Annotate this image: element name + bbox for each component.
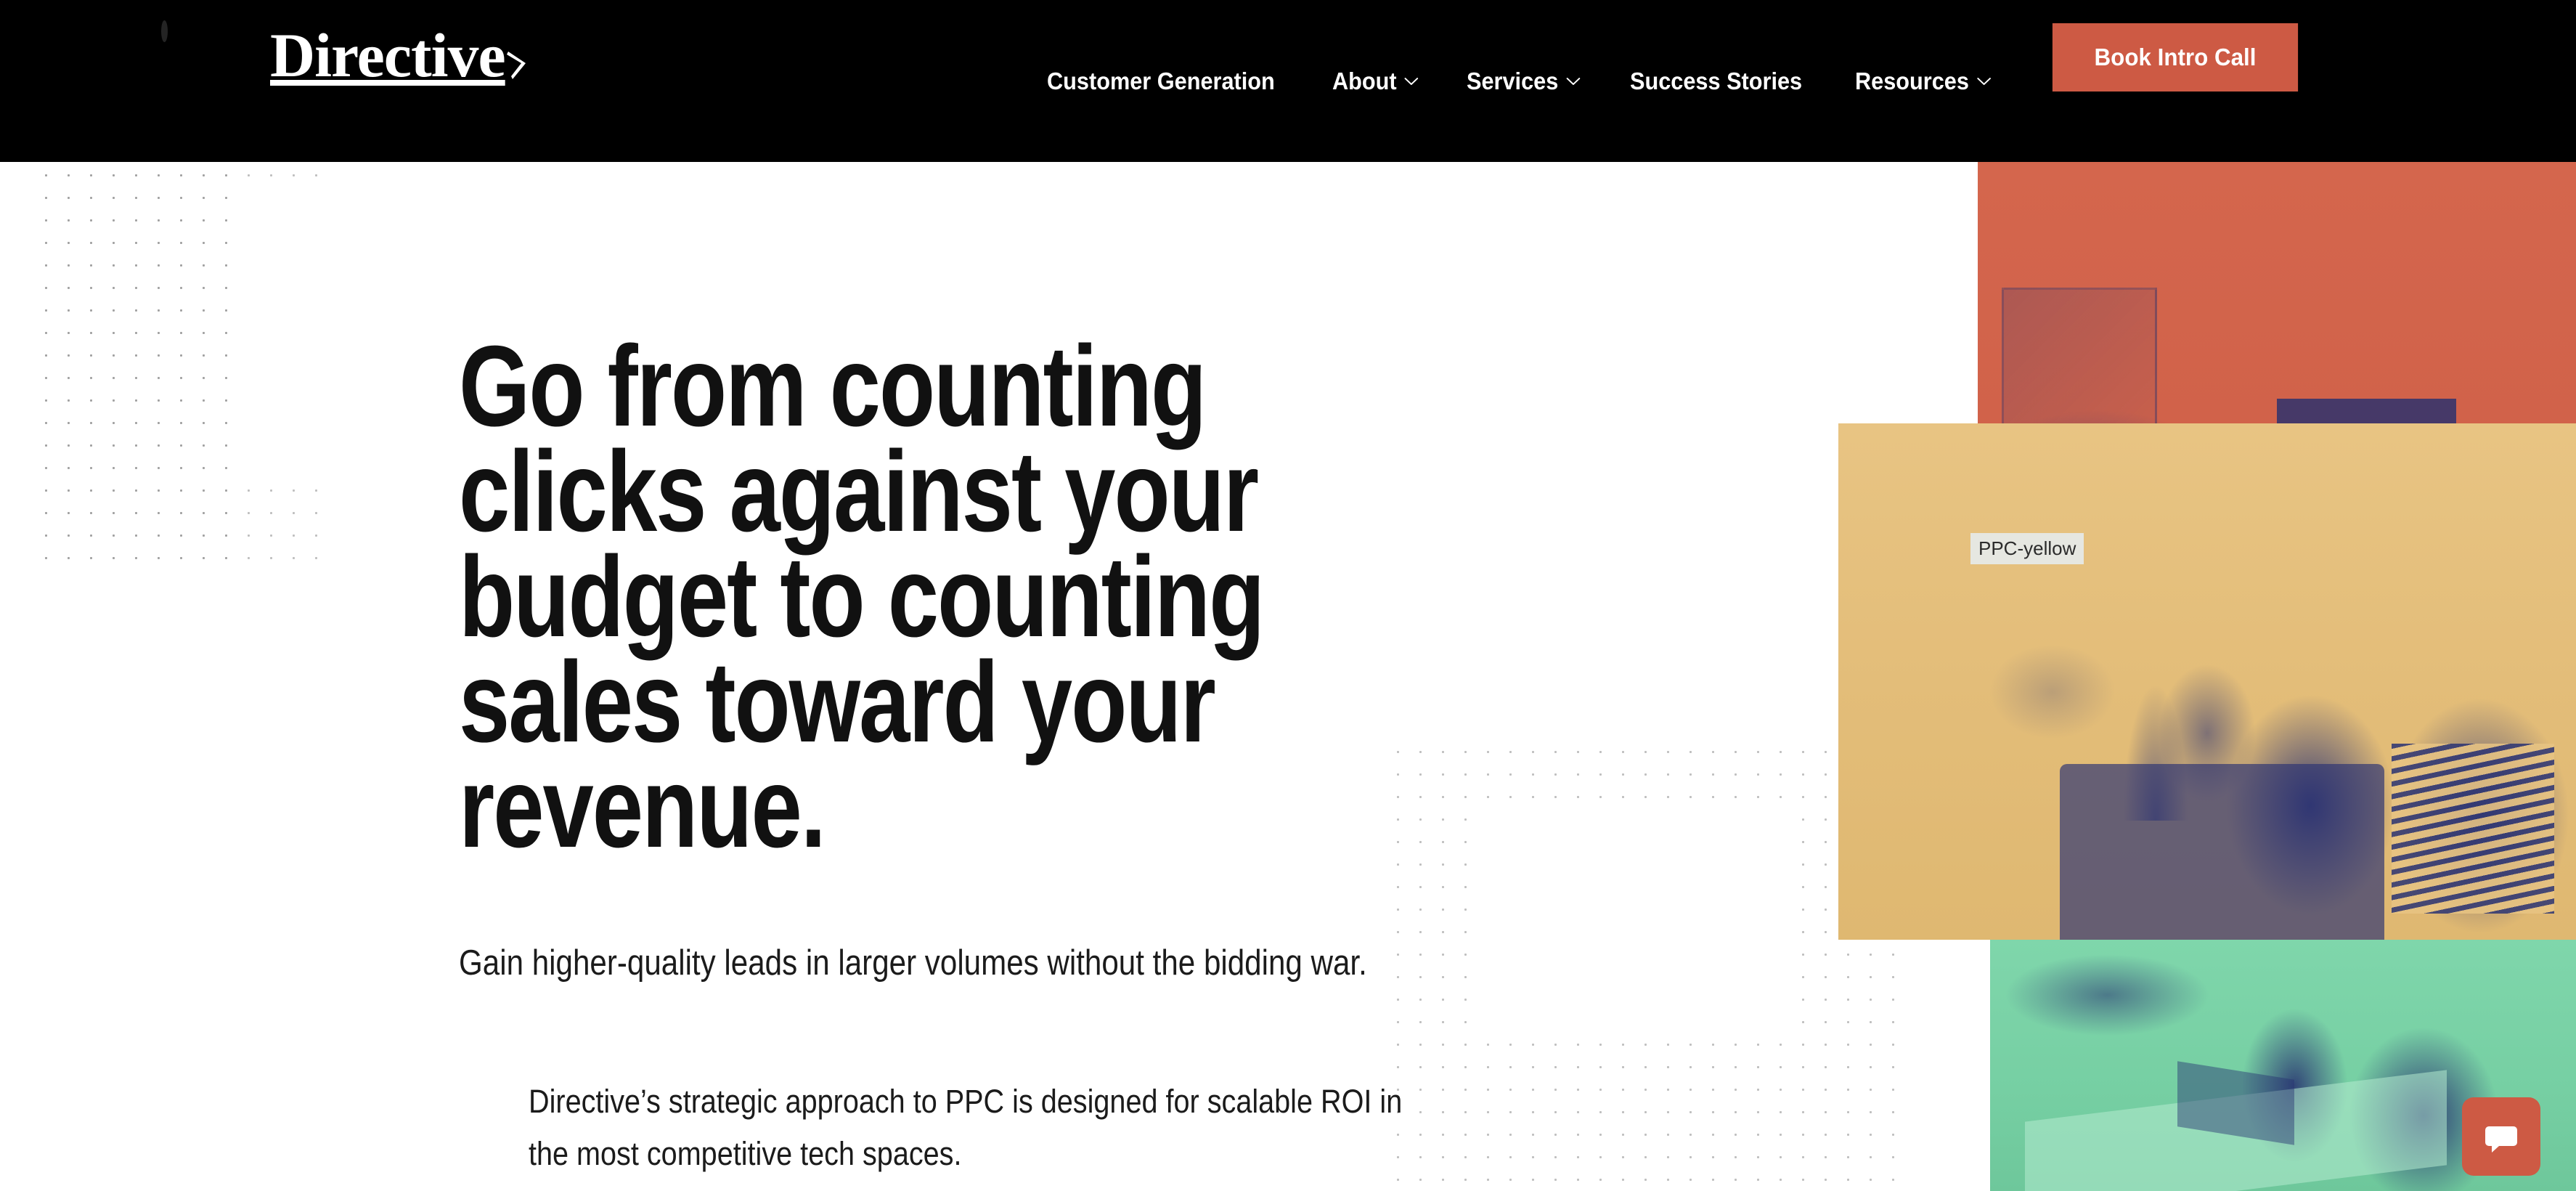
couch-decor <box>2059 764 2384 940</box>
nav-item-label: About <box>1332 67 1398 94</box>
header-artifact <box>161 20 168 42</box>
broken-image-alt-text: PPC-yellow <box>1970 533 2084 564</box>
nav-item-label: Customer Generation <box>1047 67 1275 94</box>
book-intro-call-button[interactable]: Book Intro Call <box>2052 23 2299 92</box>
chevron-down-icon <box>1565 76 1580 86</box>
logo-flourish-icon <box>506 47 529 81</box>
hero-image-yellow <box>1838 423 2576 940</box>
site-header: Directive Customer Generation About Serv… <box>0 0 2576 162</box>
nav-item-success-stories[interactable]: Success Stories <box>1630 68 1802 95</box>
striped-shirt-decor <box>2392 743 2554 914</box>
chat-widget-button[interactable] <box>2462 1097 2540 1176</box>
chat-bubble-icon <box>2482 1118 2520 1155</box>
dot-pattern-left-stem <box>35 164 231 571</box>
nav-item-resources[interactable]: Resources <box>1855 68 1992 95</box>
chevron-down-icon <box>1977 76 1992 86</box>
nav-item-label: Resources <box>1855 67 1970 94</box>
nav-item-customer-generation[interactable]: Customer Generation <box>1047 68 1275 95</box>
nav-item-label: Services <box>1466 67 1558 94</box>
hero-subheadline: Gain higher-quality leads in larger volu… <box>459 943 1367 983</box>
primary-navigation: Customer Generation About Services Succe… <box>1047 0 2042 162</box>
dot-pattern-middle <box>1387 741 1895 1191</box>
page-title: Go from counting clicks against your bud… <box>459 322 1265 871</box>
hero-body-copy: Directive’s strategic approach to PPC is… <box>529 1083 1403 1172</box>
dot-pattern-left <box>35 164 333 571</box>
chevron-down-icon <box>1404 76 1419 86</box>
site-logo-text: Directive <box>270 20 506 90</box>
nav-item-label: Success Stories <box>1629 67 1802 94</box>
nav-item-services[interactable]: Services <box>1467 68 1581 95</box>
site-logo[interactable]: Directive <box>270 24 529 86</box>
dot-pattern-middle-mask <box>1481 799 1793 1038</box>
nav-item-about[interactable]: About <box>1332 68 1419 95</box>
dot-pattern-left-mask <box>231 189 456 479</box>
